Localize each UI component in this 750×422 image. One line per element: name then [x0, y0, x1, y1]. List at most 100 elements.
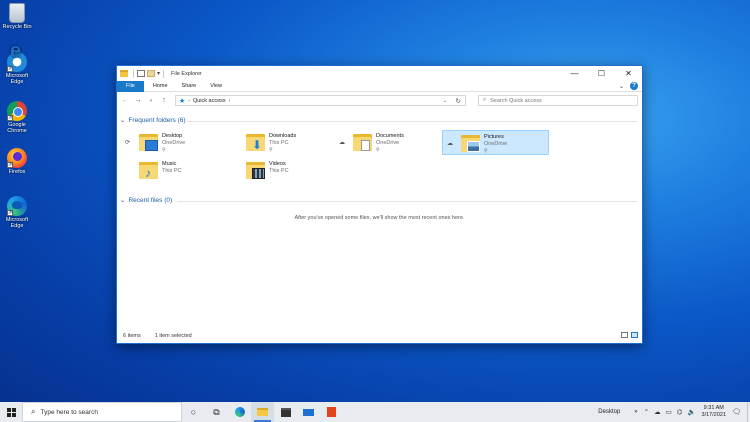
network-icon[interactable]: ⌬ — [677, 408, 683, 416]
tab-file[interactable]: File — [117, 80, 144, 92]
film-strip-icon — [252, 168, 265, 179]
edge-taskbar-button[interactable] — [228, 402, 251, 422]
folder-icon — [120, 70, 128, 77]
search-box[interactable]: ⌕ Search Quick access — [478, 95, 638, 106]
file-explorer-taskbar-button[interactable] — [251, 402, 274, 422]
folder-tile-videos[interactable]: Videos This PC — [228, 158, 335, 183]
action-center-icon[interactable]: 🗨 — [732, 408, 744, 416]
desktop-icon-google-chrome[interactable]: ↗ Google Chrome — [2, 101, 32, 134]
cloud-status-icon: ☁ — [339, 140, 345, 146]
separator — [133, 69, 134, 78]
edge-icon: ↗ — [7, 196, 27, 216]
collapse-chevron-icon[interactable]: ⌄ — [120, 196, 125, 204]
desktop-icon-recycle-bin[interactable]: Recycle Bin — [2, 3, 32, 30]
folder-name: Desktop — [162, 133, 183, 139]
divider — [187, 121, 637, 122]
folder-tile-documents[interactable]: ☁ Documents OneDrive ⚲ — [335, 130, 442, 155]
desktop-overlay-icon — [145, 140, 158, 151]
pin-icon: ⚲ — [269, 147, 273, 153]
desktop-icon-microsoft-edge[interactable]: ↗ Microsoft Edge — [2, 196, 32, 229]
search-icon: ⌕ — [31, 407, 36, 416]
pin-icon: ⚲ — [162, 147, 166, 153]
properties-icon[interactable] — [137, 70, 145, 77]
address-dropdown-icon[interactable]: ⌄ — [443, 98, 447, 104]
forward-arrow-icon[interactable]: → — [134, 97, 142, 104]
maximize-button[interactable]: ☐ — [588, 66, 615, 81]
separator — [163, 69, 165, 78]
cloud-status-icon: ☁ — [447, 141, 453, 147]
desktop-icon-microsoft-edge-legacy[interactable]: ↗ Microsoft Edge — [2, 48, 32, 85]
frequent-folders-header[interactable]: ⌄ Frequent folders (6) — [120, 116, 186, 125]
show-hidden-icons-chevron-icon[interactable]: ⌃ — [644, 408, 649, 416]
cortana-icon[interactable]: ○ — [182, 402, 205, 422]
folder-name: Videos — [269, 161, 286, 167]
search-icon: ⌕ — [483, 97, 487, 103]
breadcrumb-separator-icon[interactable]: › — [229, 98, 231, 104]
document-overlay-icon — [361, 140, 370, 151]
mail-taskbar-button[interactable] — [297, 402, 320, 422]
desktop-toolbar-label[interactable]: Desktop — [598, 409, 620, 415]
minimize-button[interactable]: — — [561, 66, 588, 81]
onedrive-cloud-icon[interactable]: ☁ — [654, 408, 661, 416]
folder-tile-music[interactable]: ♪ Music This PC — [121, 158, 228, 183]
clock-date: 3/17/2021 — [701, 412, 726, 418]
start-button[interactable] — [0, 402, 22, 422]
mail-icon — [303, 408, 314, 416]
tab-home[interactable]: Home — [146, 81, 175, 92]
refresh-icon[interactable]: ↻ — [456, 97, 461, 105]
folder-name: Downloads — [269, 133, 297, 139]
battery-icon[interactable]: ▭ — [666, 408, 672, 416]
content-pane: ⌄ Frequent folders (6) ⟳ Desktop OneDriv… — [117, 111, 642, 328]
status-bar: 6 items 1 item selected — [117, 328, 642, 343]
ribbon: File Home Share View ⌄ ? — [117, 80, 642, 92]
new-folder-icon[interactable] — [147, 70, 155, 77]
toolbar-chevron-icon[interactable]: » — [634, 409, 637, 415]
item-count: 6 items — [123, 332, 141, 339]
desktop-icon-firefox[interactable]: ↗ Firefox — [2, 148, 32, 175]
title-bar[interactable]: ▾ File Explorer — ☐ ✕ — [117, 66, 642, 81]
folder-tile-desktop[interactable]: ⟳ Desktop OneDrive ⚲ — [121, 130, 228, 155]
expand-ribbon-chevron-icon[interactable]: ⌄ — [619, 83, 624, 90]
back-arrow-icon[interactable]: ← — [121, 97, 129, 104]
close-button[interactable]: ✕ — [615, 66, 642, 81]
help-icon[interactable]: ? — [630, 82, 638, 90]
recent-locations-chevron-icon[interactable]: ▾ — [147, 98, 155, 104]
folder-icon: ♪ — [139, 160, 158, 180]
folder-location: OneDrive — [484, 141, 508, 147]
folder-icon — [257, 408, 268, 416]
task-view-icon[interactable]: ⧉ — [205, 402, 228, 422]
firefox-icon: ↗ — [7, 148, 27, 168]
folder-location: This PC — [269, 168, 289, 174]
store-icon — [280, 407, 291, 417]
collapse-chevron-icon[interactable]: ⌄ — [120, 116, 125, 124]
pin-icon: ⚲ — [484, 148, 488, 154]
group-title: Frequent folders (6) — [128, 116, 186, 124]
taskbar-search-placeholder: Type here to search — [40, 408, 98, 416]
desktop-icon-label: Microsoft Edge — [5, 217, 29, 229]
music-note-icon: ♪ — [145, 166, 151, 180]
details-view-icon[interactable] — [621, 332, 628, 338]
clock[interactable]: 9:31 AM 3/17/2021 — [702, 405, 726, 419]
breadcrumb-quick-access[interactable]: Quick access — [193, 98, 226, 104]
navigation-bar: ← → ▾ ↑ ★ › Quick access › ⌄ ↻ ⌕ Search … — [117, 92, 642, 109]
tab-view[interactable]: View — [203, 81, 229, 92]
volume-icon[interactable]: 🔈 — [687, 408, 695, 416]
tiles-view-icon[interactable] — [631, 332, 638, 338]
up-arrow-icon[interactable]: ↑ — [160, 97, 168, 104]
tab-share[interactable]: Share — [175, 81, 204, 92]
folder-tile-pictures[interactable]: ☁ Pictures OneDrive ⚲ — [442, 130, 549, 155]
desktop-icon-label: Google Chrome — [7, 122, 27, 134]
internet-explorer-icon: ↗ — [7, 48, 27, 72]
office-taskbar-button[interactable] — [320, 402, 343, 422]
recent-files-header[interactable]: ⌄ Recent files (0) — [120, 196, 172, 205]
divider — [177, 201, 637, 202]
taskbar-search-box[interactable]: ⌕ Type here to search — [22, 402, 182, 422]
store-taskbar-button[interactable] — [274, 402, 297, 422]
address-bar[interactable]: ★ › Quick access › ⌄ ↻ — [175, 95, 466, 106]
folder-tile-downloads[interactable]: ⬇ Downloads This PC ⚲ — [228, 130, 335, 155]
system-tray: Desktop » ⌃ ☁ ▭ ⌬ 🔈 9:31 AM 3/17/2021 🗨 — [598, 402, 750, 422]
folder-icon — [246, 160, 265, 180]
chrome-icon: ↗ — [7, 101, 27, 121]
office-icon — [327, 407, 336, 417]
customize-toolbar-chevron-icon[interactable]: ▾ — [157, 70, 160, 77]
